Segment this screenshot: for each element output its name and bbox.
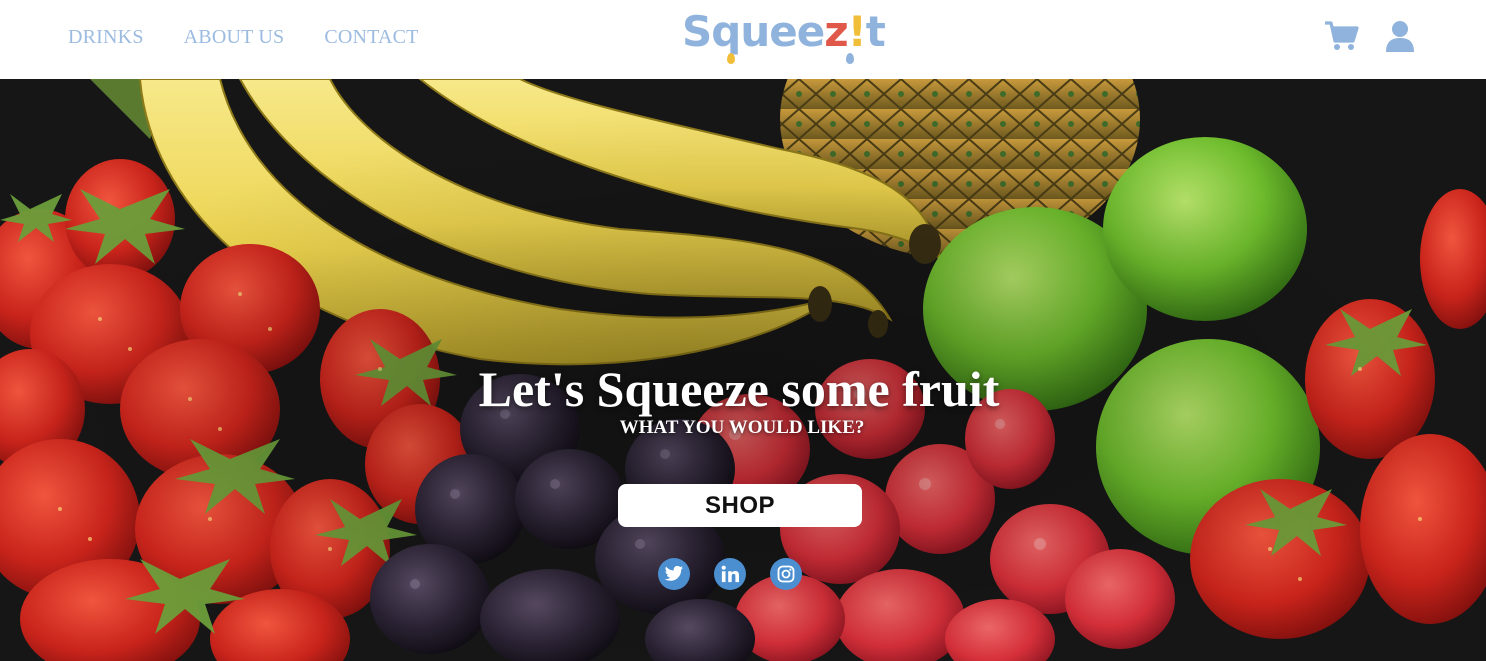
- hero-subtitle: WHAT YOU WOULD LIKE?: [619, 417, 865, 438]
- logo-text-squee: Squee: [682, 7, 825, 56]
- nav-actions: [1324, 18, 1418, 54]
- main-nav: DRINKS ABOUT US CONTACT: [68, 26, 419, 49]
- logo-drop-yellow: [727, 53, 735, 64]
- hero-title: Let's Squeeze some fruit: [478, 361, 1000, 417]
- logo-text-t: t: [865, 7, 886, 56]
- social-links: [658, 558, 802, 590]
- instagram-icon[interactable]: [770, 558, 802, 590]
- user-icon[interactable]: [1382, 18, 1418, 54]
- nav-link-drinks[interactable]: DRINKS: [68, 26, 144, 49]
- top-navbar: DRINKS ABOUT US CONTACT Squeez!t: [0, 0, 1486, 79]
- hero-section: Let's Squeeze some fruit WHAT YOU WOULD …: [0, 79, 1486, 661]
- logo-text-exclaim: !: [847, 7, 867, 56]
- twitter-icon[interactable]: [658, 558, 690, 590]
- nav-link-about-us[interactable]: ABOUT US: [184, 26, 285, 49]
- linkedin-icon[interactable]: [714, 558, 746, 590]
- logo-drop-blue: [846, 53, 854, 64]
- brand-logo[interactable]: Squeez!t: [682, 6, 886, 70]
- cart-icon[interactable]: [1324, 18, 1360, 54]
- logo-text-z: z: [824, 7, 848, 56]
- shop-button[interactable]: SHOP: [618, 484, 862, 527]
- nav-link-contact[interactable]: CONTACT: [324, 26, 418, 49]
- hero-text-block: Let's Squeeze some fruit WHAT YOU WOULD …: [0, 361, 1486, 439]
